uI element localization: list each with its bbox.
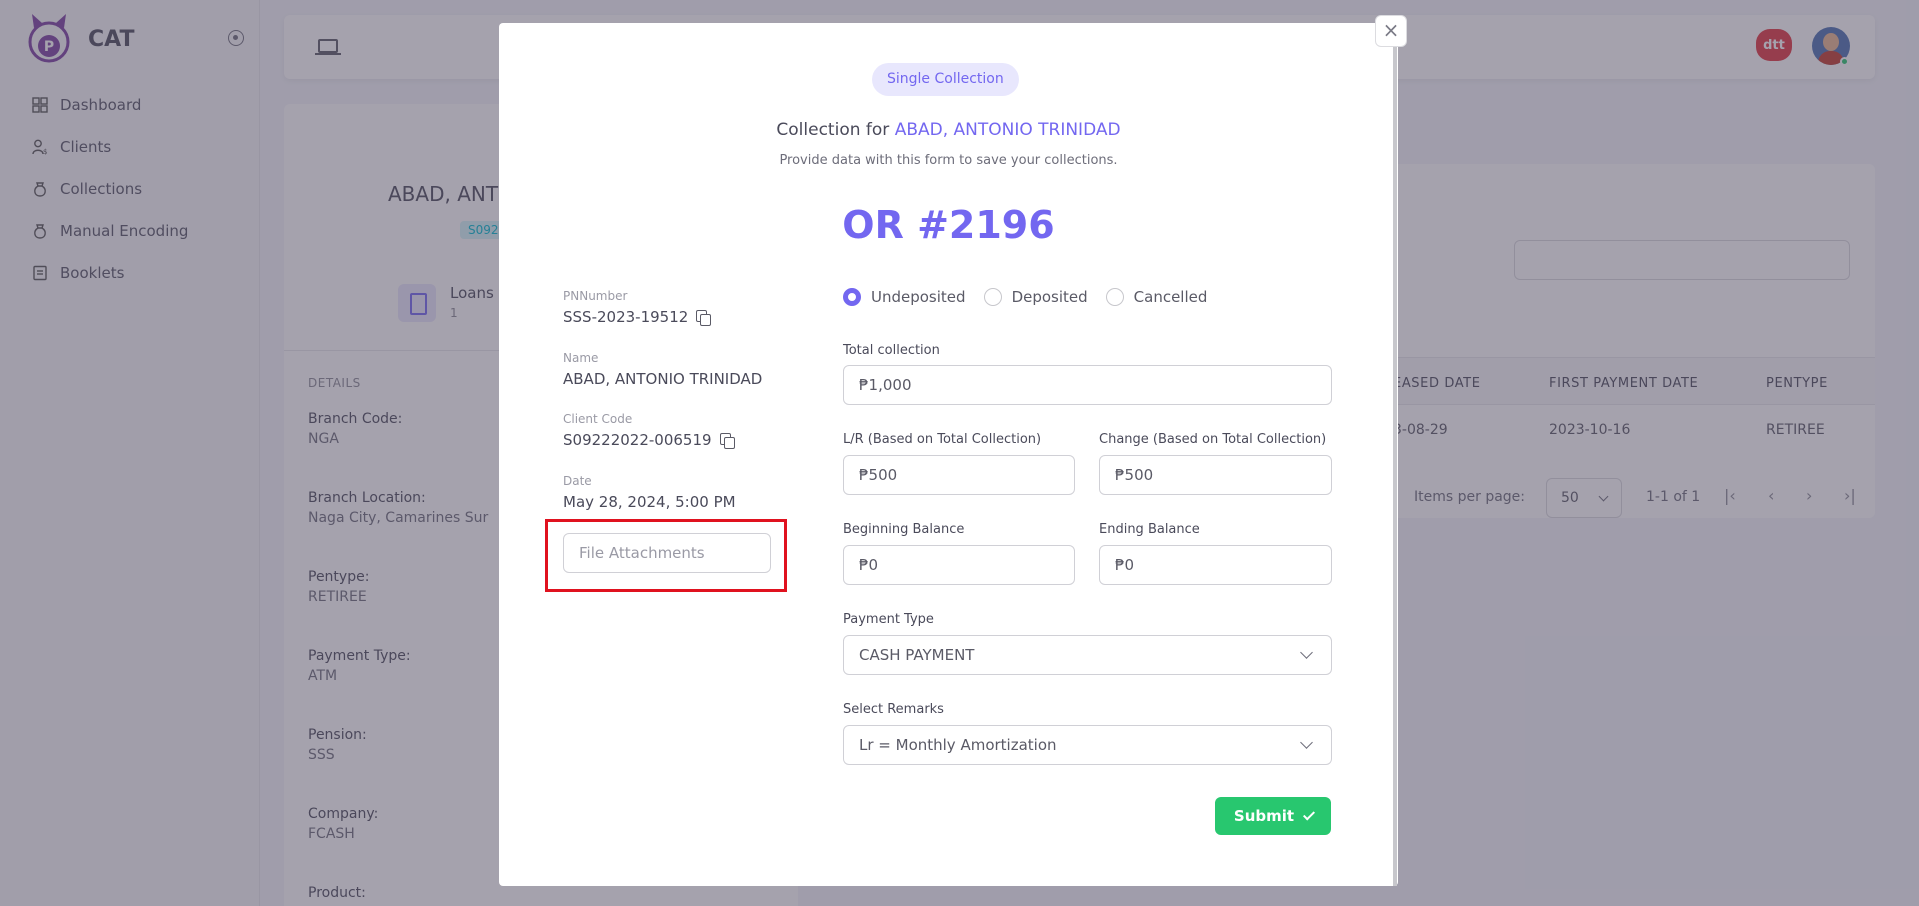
title-client-name: ABAD, ANTONIO TRINIDAD xyxy=(894,120,1121,140)
payment-type-select[interactable]: CASH PAYMENT xyxy=(843,635,1332,675)
total-collection-input[interactable]: ₱1,000 xyxy=(843,365,1332,405)
radio-deposited[interactable]: Deposited xyxy=(983,288,1088,306)
check-icon xyxy=(1303,807,1316,821)
deposit-status-radio-group: Undeposited Deposited Cancelled xyxy=(843,288,1225,306)
remarks-select[interactable]: Lr = Monthly Amortization xyxy=(843,725,1332,765)
payment-type-value: CASH PAYMENT xyxy=(859,646,975,664)
client-code-value: S09222022-006519 xyxy=(563,431,712,449)
collection-modal: Single Collection Collection for ABAD, A… xyxy=(499,23,1398,886)
collection-type-chip: Single Collection xyxy=(872,63,1019,96)
modal-title: Collection for ABAD, ANTONIO TRINIDAD xyxy=(499,120,1398,140)
change-label: Change (Based on Total Collection) xyxy=(1099,432,1327,447)
date-label: Date xyxy=(563,474,592,488)
radio-unchecked-icon xyxy=(1105,288,1124,306)
radio-cancelled[interactable]: Cancelled xyxy=(1105,288,1208,306)
close-modal-button[interactable]: × xyxy=(1375,15,1407,47)
submit-button[interactable]: Submit xyxy=(1215,797,1331,835)
or-number: OR #2196 xyxy=(842,203,1055,247)
copy-icon[interactable] xyxy=(696,310,712,326)
change-input[interactable]: ₱500 xyxy=(1099,455,1332,495)
remarks-label: Select Remarks xyxy=(843,702,944,717)
name-label: Name xyxy=(563,351,599,365)
payment-type-label: Payment Type xyxy=(843,612,934,627)
file-attachments-input[interactable]: File Attachments xyxy=(563,533,771,573)
chevron-down-icon xyxy=(1300,646,1313,659)
lr-input[interactable]: ₱500 xyxy=(843,455,1075,495)
client-code-label: Client Code xyxy=(563,412,633,426)
beginning-balance-input[interactable]: ₱0 xyxy=(843,545,1075,585)
radio-label: Deposited xyxy=(1011,288,1088,306)
modal-subtitle: Provide data with this form to save your… xyxy=(779,153,1118,168)
total-collection-label: Total collection xyxy=(843,343,940,358)
remarks-value: Lr = Monthly Amortization xyxy=(859,736,1057,754)
date-value: May 28, 2024, 5:00 PM xyxy=(563,493,736,511)
copy-icon[interactable] xyxy=(719,433,735,449)
radio-label: Cancelled xyxy=(1133,288,1208,306)
radio-label: Undeposited xyxy=(871,288,966,306)
submit-label: Submit xyxy=(1233,807,1295,825)
title-prefix: Collection for xyxy=(776,120,890,140)
pn-number-value: SSS-2023-19512 xyxy=(563,308,689,326)
radio-undeposited[interactable]: Undeposited xyxy=(843,288,966,306)
lr-label: L/R (Based on Total Collection) xyxy=(843,432,1042,447)
pn-number: SSS-2023-19512 xyxy=(563,308,712,326)
client-name-value: ABAD, ANTONIO TRINIDAD xyxy=(563,370,763,388)
beginning-balance-label: Beginning Balance xyxy=(843,522,965,537)
ending-balance-input[interactable]: ₱0 xyxy=(1099,545,1332,585)
chevron-down-icon xyxy=(1300,736,1313,749)
pn-number-label: PNNumber xyxy=(563,289,628,303)
radio-checked-icon xyxy=(843,288,861,306)
radio-unchecked-icon xyxy=(983,288,1002,306)
ending-balance-label: Ending Balance xyxy=(1099,522,1200,537)
client-code: S09222022-006519 xyxy=(563,431,735,449)
